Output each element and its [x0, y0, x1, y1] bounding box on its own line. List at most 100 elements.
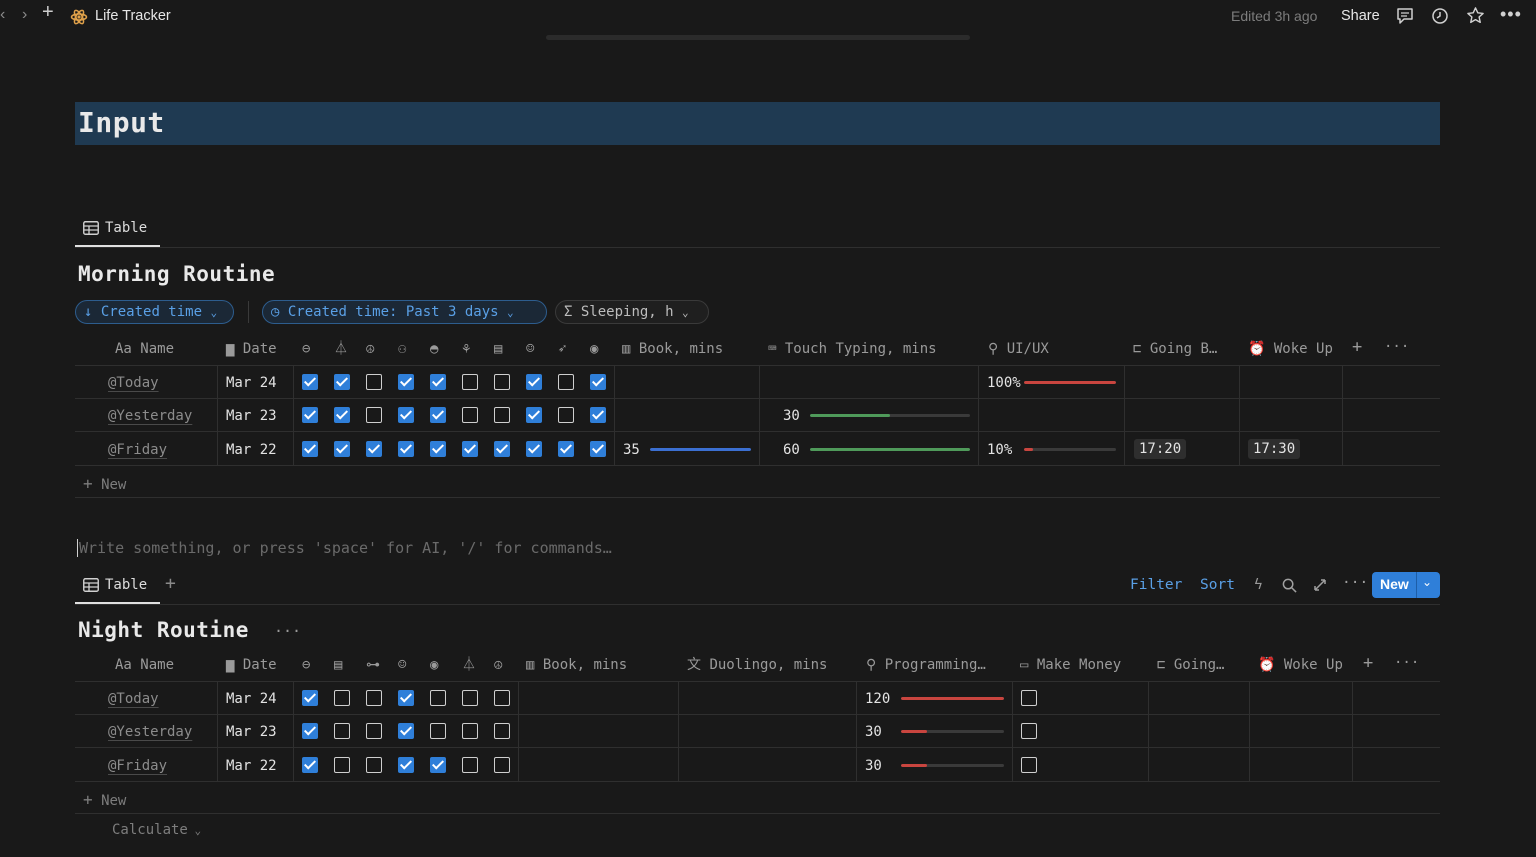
column-header-date[interactable]: ▆ Date — [226, 340, 277, 358]
habit-checkbox[interactable] — [590, 407, 606, 423]
more-options-icon[interactable]: ··· — [274, 622, 301, 640]
add-column-icon[interactable]: + — [1352, 338, 1362, 356]
habit-checkbox[interactable] — [526, 407, 542, 423]
uiux-percent[interactable]: 10% — [987, 441, 1012, 459]
habit-checkbox[interactable] — [302, 441, 318, 457]
column-header-programming[interactable]: ⚲ Programming… — [866, 656, 986, 674]
add-row-night[interactable]: + New — [83, 790, 126, 809]
search-icon[interactable] — [1282, 578, 1297, 593]
habit-checkbox[interactable] — [334, 690, 350, 706]
new-record-button[interactable]: New ⌄ — [1372, 572, 1440, 598]
view-title-night[interactable]: Night Routine — [78, 618, 249, 642]
row-name[interactable]: @Yesterday — [108, 407, 192, 425]
horizontal-scrollbar[interactable] — [546, 35, 970, 40]
bowl-icon[interactable]: ◓ — [430, 340, 438, 358]
row-name[interactable]: @Today — [108, 374, 159, 392]
habit-checkbox[interactable] — [302, 757, 318, 773]
add-view-icon[interactable]: + — [165, 573, 176, 594]
column-header-going[interactable]: ⊏ Going… — [1157, 656, 1224, 674]
going-to-bed-time[interactable]: 17:20 — [1134, 439, 1187, 459]
history-clock-icon[interactable] — [1431, 7, 1449, 25]
habit-checkbox[interactable] — [558, 407, 574, 423]
habit-checkbox[interactable] — [334, 407, 350, 423]
calculate-button[interactable]: Calculate ⌄ — [112, 822, 201, 838]
rocket-icon[interactable]: ➶ — [558, 340, 566, 358]
row-date[interactable]: Mar 24 — [226, 374, 277, 392]
habit-checkbox[interactable] — [494, 441, 510, 457]
empty-block-input[interactable]: Write something, or press 'space' for AI… — [79, 539, 612, 557]
habit-checkbox[interactable] — [366, 757, 382, 773]
row-name[interactable]: @Friday — [108, 757, 167, 775]
more-options-icon[interactable]: ··· — [1384, 338, 1409, 356]
habit-checkbox[interactable] — [302, 374, 318, 390]
programming-minutes[interactable]: 30 — [865, 757, 882, 775]
view-title-morning[interactable]: Morning Routine — [78, 262, 275, 286]
make-money-checkbox[interactable] — [1021, 690, 1037, 706]
add-column-icon[interactable]: + — [1363, 654, 1373, 672]
habit-checkbox[interactable] — [366, 407, 382, 423]
column-header-money[interactable]: ▭ Make Money — [1020, 656, 1121, 674]
habit-checkbox[interactable] — [398, 757, 414, 773]
column-header-typing[interactable]: ⌨ Touch Typing, mins — [768, 340, 937, 358]
peace-icon[interactable]: ☮ — [366, 340, 374, 358]
habit-checkbox[interactable] — [366, 374, 382, 390]
habit-checkbox[interactable] — [494, 374, 510, 390]
more-options-icon[interactable]: ••• — [1500, 4, 1522, 24]
column-header-name[interactable]: Aa Name — [115, 340, 174, 358]
row-name[interactable]: @Today — [108, 690, 159, 708]
habit-checkbox[interactable] — [430, 407, 446, 423]
habit-checkbox[interactable] — [302, 690, 318, 706]
habit-checkbox[interactable] — [398, 723, 414, 739]
add-row-morning[interactable]: + New — [83, 474, 126, 493]
habit-checkbox[interactable] — [430, 441, 446, 457]
habit-checkbox[interactable] — [526, 441, 542, 457]
uiux-percent[interactable]: 100% — [987, 374, 1021, 392]
more-options-icon[interactable]: ··· — [1342, 575, 1368, 591]
habit-checkbox[interactable] — [462, 374, 478, 390]
tab-table-night[interactable]: Table — [105, 577, 147, 593]
expand-arrows-icon[interactable] — [1313, 578, 1327, 592]
column-header-woke[interactable]: ⏰ Woke Up — [1258, 656, 1343, 674]
column-header-duolingo[interactable]: 文 Duolingo, mins — [687, 656, 827, 674]
habit-checkbox[interactable] — [494, 407, 510, 423]
peace-icon[interactable]: ☮ — [494, 656, 502, 674]
row-date[interactable]: Mar 23 — [226, 407, 277, 425]
habit-checkbox[interactable] — [398, 690, 414, 706]
programming-minutes[interactable]: 30 — [865, 723, 882, 741]
favorite-star-icon[interactable] — [1466, 6, 1485, 25]
programming-minutes[interactable]: 120 — [865, 690, 890, 708]
filter-button[interactable]: Filter — [1130, 577, 1182, 593]
habit-checkbox[interactable] — [334, 757, 350, 773]
habit-checkbox[interactable] — [366, 690, 382, 706]
comments-icon[interactable] — [1396, 7, 1414, 25]
column-header-woke[interactable]: ⏰ Woke Up — [1248, 340, 1333, 358]
habit-checkbox[interactable] — [590, 441, 606, 457]
column-header-going[interactable]: ⊏ Going B… — [1133, 340, 1217, 358]
habit-checkbox[interactable] — [398, 441, 414, 457]
habit-checkbox[interactable] — [302, 407, 318, 423]
woke-up-time[interactable]: 17:30 — [1248, 439, 1301, 459]
sort-button[interactable]: Sort — [1200, 577, 1235, 593]
habit-checkbox[interactable] — [494, 757, 510, 773]
forward-icon[interactable]: › — [22, 5, 27, 25]
tab-table-morning[interactable]: Table — [105, 220, 147, 236]
running-icon[interactable]: ⚘ — [462, 340, 470, 358]
calculation-pill[interactable]: Σ Sleeping, h ⌄ — [555, 300, 709, 324]
habit-checkbox[interactable] — [430, 723, 446, 739]
habit-checkbox[interactable] — [590, 374, 606, 390]
habit-checkbox[interactable] — [430, 374, 446, 390]
chevron-down-icon[interactable]: ⌄ — [1422, 575, 1432, 589]
shower-icon[interactable]: ▤ — [494, 340, 502, 358]
typing-minutes[interactable]: 30 — [783, 407, 800, 425]
book-minutes[interactable]: 35 — [623, 441, 640, 459]
row-name[interactable]: @Yesterday — [108, 723, 192, 741]
row-date[interactable]: Mar 23 — [226, 723, 277, 741]
habit-checkbox[interactable] — [334, 374, 350, 390]
plate-cutlery-icon[interactable]: ◉ — [430, 656, 438, 674]
sort-pill[interactable]: ↓ Created time ⌄ — [75, 300, 234, 324]
page-breadcrumb-title[interactable]: Life Tracker — [95, 6, 171, 26]
row-date[interactable]: Mar 24 — [226, 690, 277, 708]
no-entry-icon[interactable]: ⊖ — [302, 656, 310, 674]
habit-checkbox[interactable] — [462, 757, 478, 773]
shower-icon[interactable]: ▤ — [334, 656, 342, 674]
